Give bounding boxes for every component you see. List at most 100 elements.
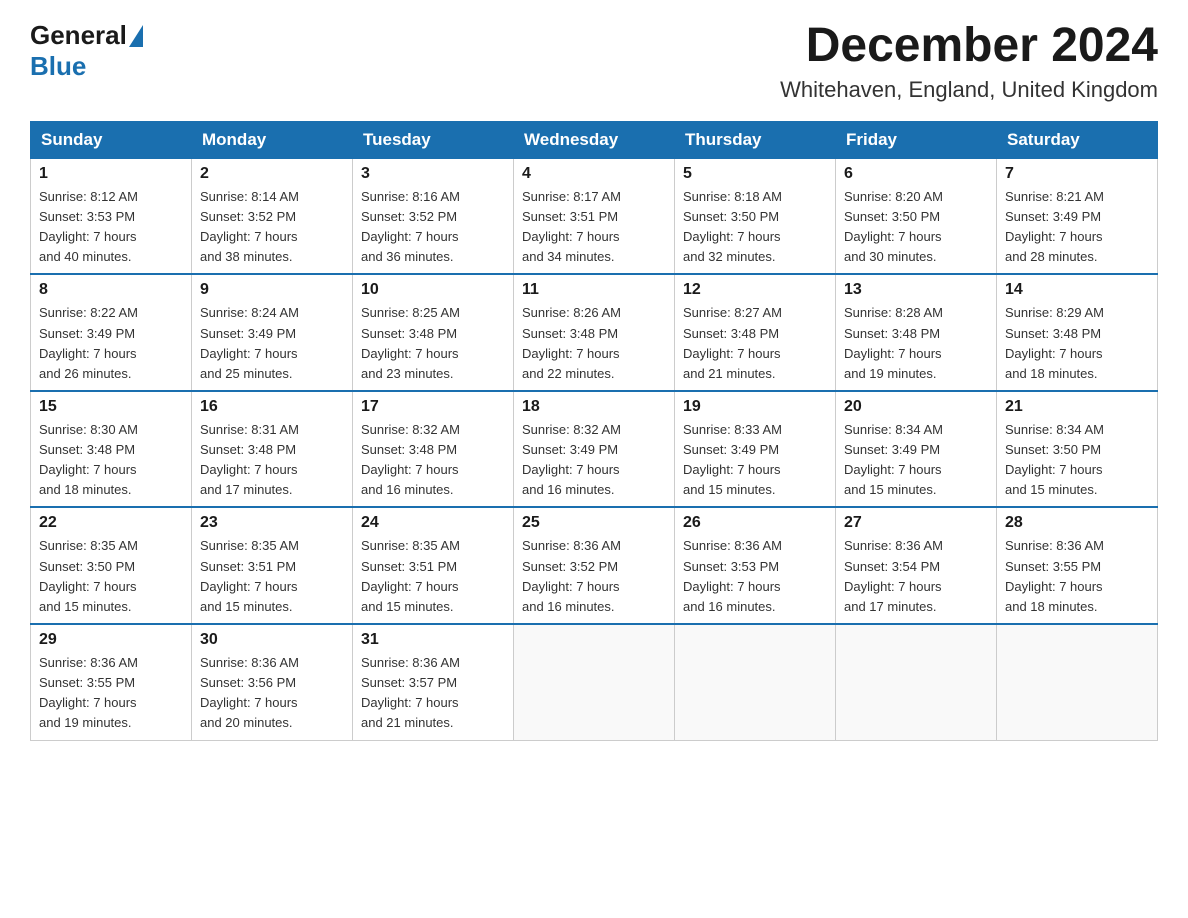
calendar-header: SundayMondayTuesdayWednesdayThursdayFrid… <box>31 121 1158 158</box>
calendar-day-cell: 15 Sunrise: 8:30 AM Sunset: 3:48 PM Dayli… <box>31 391 192 508</box>
calendar-week-row: 15 Sunrise: 8:30 AM Sunset: 3:48 PM Dayli… <box>31 391 1158 508</box>
day-info: Sunrise: 8:16 AM Sunset: 3:52 PM Dayligh… <box>361 187 505 268</box>
weekday-header: Monday <box>192 121 353 158</box>
calendar-day-cell: 9 Sunrise: 8:24 AM Sunset: 3:49 PM Daylig… <box>192 274 353 391</box>
weekday-header: Saturday <box>997 121 1158 158</box>
calendar-day-cell <box>836 624 997 740</box>
day-info: Sunrise: 8:35 AM Sunset: 3:51 PM Dayligh… <box>361 536 505 617</box>
day-info: Sunrise: 8:36 AM Sunset: 3:56 PM Dayligh… <box>200 653 344 734</box>
day-info: Sunrise: 8:22 AM Sunset: 3:49 PM Dayligh… <box>39 303 183 384</box>
calendar-day-cell <box>997 624 1158 740</box>
calendar-day-cell: 31Sunrise: 8:36 AM Sunset: 3:57 PM Dayli… <box>353 624 514 740</box>
day-number: 15 <box>39 398 183 416</box>
day-info: Sunrise: 8:34 AM Sunset: 3:49 PM Dayligh… <box>844 420 988 501</box>
calendar-day-cell: 28Sunrise: 8:36 AM Sunset: 3:55 PM Dayli… <box>997 507 1158 624</box>
calendar-day-cell: 3Sunrise: 8:16 AM Sunset: 3:52 PM Daylig… <box>353 158 514 274</box>
day-number: 16 <box>200 398 344 416</box>
day-info: Sunrise: 8:17 AM Sunset: 3:51 PM Dayligh… <box>522 187 666 268</box>
day-number: 8 <box>39 281 183 299</box>
day-info: Sunrise: 8:36 AM Sunset: 3:55 PM Dayligh… <box>39 653 183 734</box>
calendar-day-cell: 14 Sunrise: 8:29 AM Sunset: 3:48 PM Dayli… <box>997 274 1158 391</box>
day-number: 6 <box>844 165 988 183</box>
weekday-header: Thursday <box>675 121 836 158</box>
day-info: Sunrise: 8:24 AM Sunset: 3:49 PM Dayligh… <box>200 303 344 384</box>
calendar-day-cell: 16 Sunrise: 8:31 AM Sunset: 3:48 PM Dayli… <box>192 391 353 508</box>
day-number: 4 <box>522 165 666 183</box>
day-info: Sunrise: 8:25 AM Sunset: 3:48 PM Dayligh… <box>361 303 505 384</box>
calendar-day-cell: 8 Sunrise: 8:22 AM Sunset: 3:49 PM Daylig… <box>31 274 192 391</box>
calendar-day-cell: 17Sunrise: 8:32 AM Sunset: 3:48 PM Dayli… <box>353 391 514 508</box>
calendar-day-cell: 27 Sunrise: 8:36 AM Sunset: 3:54 PM Dayli… <box>836 507 997 624</box>
calendar-day-cell: 26Sunrise: 8:36 AM Sunset: 3:53 PM Dayli… <box>675 507 836 624</box>
day-info: Sunrise: 8:20 AM Sunset: 3:50 PM Dayligh… <box>844 187 988 268</box>
calendar-day-cell: 5 Sunrise: 8:18 AM Sunset: 3:50 PM Daylig… <box>675 158 836 274</box>
day-number: 9 <box>200 281 344 299</box>
day-number: 10 <box>361 281 505 299</box>
day-number: 25 <box>522 514 666 532</box>
calendar-day-cell: 12 Sunrise: 8:27 AM Sunset: 3:48 PM Dayli… <box>675 274 836 391</box>
day-number: 20 <box>844 398 988 416</box>
calendar-body: 1 Sunrise: 8:12 AM Sunset: 3:53 PM Daylig… <box>31 158 1158 740</box>
title-block: December 2024 Whitehaven, England, Unite… <box>780 20 1158 103</box>
day-number: 27 <box>844 514 988 532</box>
day-number: 12 <box>683 281 827 299</box>
day-info: Sunrise: 8:31 AM Sunset: 3:48 PM Dayligh… <box>200 420 344 501</box>
day-number: 5 <box>683 165 827 183</box>
day-info: Sunrise: 8:29 AM Sunset: 3:48 PM Dayligh… <box>1005 303 1149 384</box>
day-number: 28 <box>1005 514 1149 532</box>
calendar-day-cell: 13Sunrise: 8:28 AM Sunset: 3:48 PM Dayli… <box>836 274 997 391</box>
calendar-day-cell: 2Sunrise: 8:14 AM Sunset: 3:52 PM Daylig… <box>192 158 353 274</box>
calendar-week-row: 8 Sunrise: 8:22 AM Sunset: 3:49 PM Daylig… <box>31 274 1158 391</box>
day-number: 21 <box>1005 398 1149 416</box>
day-number: 17 <box>361 398 505 416</box>
day-number: 1 <box>39 165 183 183</box>
calendar-day-cell: 10 Sunrise: 8:25 AM Sunset: 3:48 PM Dayli… <box>353 274 514 391</box>
weekday-header: Friday <box>836 121 997 158</box>
day-number: 22 <box>39 514 183 532</box>
calendar-day-cell: 30 Sunrise: 8:36 AM Sunset: 3:56 PM Dayli… <box>192 624 353 740</box>
calendar-day-cell: 22 Sunrise: 8:35 AM Sunset: 3:50 PM Dayli… <box>31 507 192 624</box>
calendar-table: SundayMondayTuesdayWednesdayThursdayFrid… <box>30 121 1158 741</box>
day-info: Sunrise: 8:27 AM Sunset: 3:48 PM Dayligh… <box>683 303 827 384</box>
calendar-day-cell <box>675 624 836 740</box>
day-number: 24 <box>361 514 505 532</box>
calendar-day-cell: 6 Sunrise: 8:20 AM Sunset: 3:50 PM Daylig… <box>836 158 997 274</box>
weekday-header: Sunday <box>31 121 192 158</box>
day-number: 18 <box>522 398 666 416</box>
calendar-week-row: 22 Sunrise: 8:35 AM Sunset: 3:50 PM Dayli… <box>31 507 1158 624</box>
calendar-day-cell: 4 Sunrise: 8:17 AM Sunset: 3:51 PM Daylig… <box>514 158 675 274</box>
calendar-day-cell: 1 Sunrise: 8:12 AM Sunset: 3:53 PM Daylig… <box>31 158 192 274</box>
day-info: Sunrise: 8:14 AM Sunset: 3:52 PM Dayligh… <box>200 187 344 268</box>
calendar-day-cell: 23 Sunrise: 8:35 AM Sunset: 3:51 PM Dayli… <box>192 507 353 624</box>
day-number: 31 <box>361 631 505 649</box>
day-info: Sunrise: 8:36 AM Sunset: 3:54 PM Dayligh… <box>844 536 988 617</box>
calendar-week-row: 1 Sunrise: 8:12 AM Sunset: 3:53 PM Daylig… <box>31 158 1158 274</box>
day-info: Sunrise: 8:33 AM Sunset: 3:49 PM Dayligh… <box>683 420 827 501</box>
weekday-header: Wednesday <box>514 121 675 158</box>
calendar-day-cell: 21Sunrise: 8:34 AM Sunset: 3:50 PM Dayli… <box>997 391 1158 508</box>
day-info: Sunrise: 8:35 AM Sunset: 3:50 PM Dayligh… <box>39 536 183 617</box>
day-number: 13 <box>844 281 988 299</box>
day-info: Sunrise: 8:35 AM Sunset: 3:51 PM Dayligh… <box>200 536 344 617</box>
calendar-day-cell: 29 Sunrise: 8:36 AM Sunset: 3:55 PM Dayli… <box>31 624 192 740</box>
page-header: General Blue December 2024 Whitehaven, E… <box>30 20 1158 103</box>
logo-triangle-icon <box>129 25 143 47</box>
logo: General Blue <box>30 20 145 82</box>
day-number: 23 <box>200 514 344 532</box>
logo-general-text: General <box>30 20 127 51</box>
day-number: 14 <box>1005 281 1149 299</box>
weekday-header: Tuesday <box>353 121 514 158</box>
calendar-week-row: 29 Sunrise: 8:36 AM Sunset: 3:55 PM Dayli… <box>31 624 1158 740</box>
calendar-subtitle: Whitehaven, England, United Kingdom <box>780 77 1158 103</box>
day-number: 7 <box>1005 165 1149 183</box>
day-info: Sunrise: 8:12 AM Sunset: 3:53 PM Dayligh… <box>39 187 183 268</box>
calendar-day-cell <box>514 624 675 740</box>
day-number: 30 <box>200 631 344 649</box>
day-info: Sunrise: 8:18 AM Sunset: 3:50 PM Dayligh… <box>683 187 827 268</box>
calendar-day-cell: 24 Sunrise: 8:35 AM Sunset: 3:51 PM Dayli… <box>353 507 514 624</box>
day-number: 11 <box>522 281 666 299</box>
day-info: Sunrise: 8:30 AM Sunset: 3:48 PM Dayligh… <box>39 420 183 501</box>
day-number: 26 <box>683 514 827 532</box>
day-number: 29 <box>39 631 183 649</box>
calendar-day-cell: 18Sunrise: 8:32 AM Sunset: 3:49 PM Dayli… <box>514 391 675 508</box>
